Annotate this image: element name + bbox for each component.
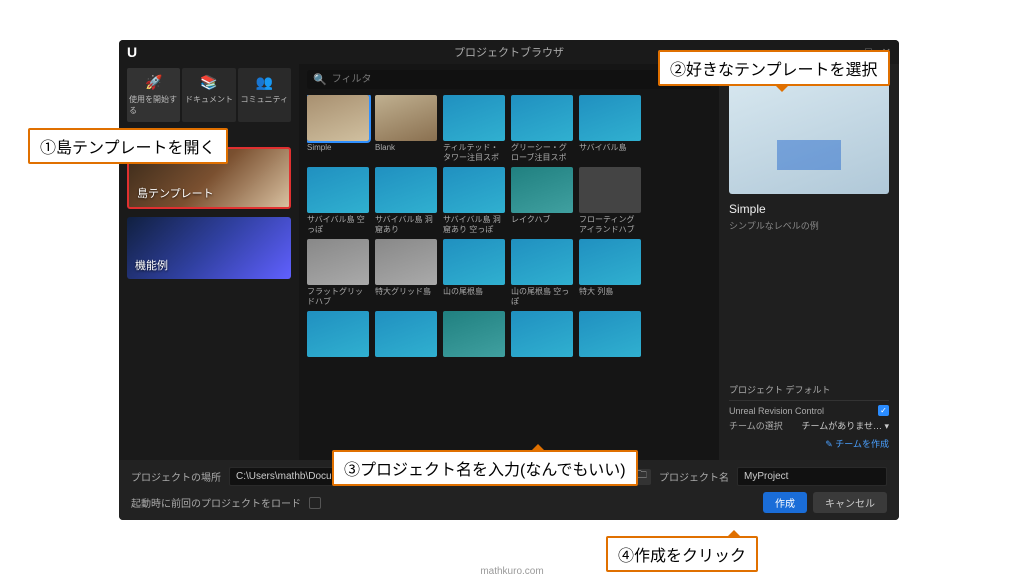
chevron-down-icon: ▾ <box>884 421 889 431</box>
preview-description: シンプルなレベルの例 <box>729 219 889 232</box>
annotation-4: ④作成をクリック <box>606 536 758 572</box>
tab-docs[interactable]: 📚 ドキュメント <box>182 68 235 122</box>
search-bar[interactable]: 🔍 <box>307 70 711 89</box>
template-card[interactable] <box>375 167 437 213</box>
search-icon: 🔍 <box>313 73 327 86</box>
template-preview-image <box>729 74 889 194</box>
tab-start[interactable]: 🚀 使用を開始する <box>127 68 180 122</box>
template-card[interactable] <box>443 239 505 285</box>
template-card[interactable] <box>443 311 505 357</box>
project-location-label: プロジェクトの場所 <box>131 469 221 484</box>
team-select-label: チームの選択 <box>729 419 801 432</box>
watermark: mathkuro.com <box>480 566 543 577</box>
ue-logo-icon: U <box>127 44 137 60</box>
project-browser-window: U プロジェクトブラウザ ─ □ ✕ 🚀 使用を開始する 📚 ドキュメント 👥 … <box>119 40 899 520</box>
create-button[interactable]: 作成 <box>763 492 807 513</box>
template-card[interactable] <box>511 311 573 357</box>
window-title: プロジェクトブラウザ <box>454 44 564 60</box>
cancel-button[interactable]: キャンセル <box>813 492 887 513</box>
template-card[interactable] <box>511 167 573 213</box>
load-last-project-checkbox[interactable] <box>309 497 321 509</box>
template-card[interactable] <box>579 95 641 141</box>
template-card[interactable] <box>375 311 437 357</box>
template-card[interactable] <box>579 311 641 357</box>
tab-community-label: コミュニティ <box>241 94 289 105</box>
template-card[interactable] <box>375 239 437 285</box>
category-feature-examples[interactable]: 機能例 <box>127 217 291 279</box>
category-label: 機能例 <box>135 257 168 273</box>
template-card[interactable] <box>307 311 369 357</box>
template-simple[interactable] <box>307 95 369 141</box>
project-defaults-header: プロジェクト デフォルト <box>729 379 889 401</box>
annotation-1: ①島テンプレートを開く <box>28 128 228 164</box>
tab-docs-label: ドキュメント <box>185 94 233 105</box>
template-card[interactable] <box>511 239 573 285</box>
load-last-project-label: 起動時に前回のプロジェクトをロード <box>131 495 301 510</box>
revision-control-label: Unreal Revision Control <box>729 406 878 416</box>
template-grid-panel: 🔍 Simple Blank ティルテッド・タワー注目スポット島 グリーシー・グ… <box>299 64 719 460</box>
book-icon: 📚 <box>200 74 217 91</box>
revision-control-checkbox[interactable]: ✓ <box>878 405 889 416</box>
project-name-label: プロジェクト名 <box>659 469 729 484</box>
template-card[interactable] <box>443 167 505 213</box>
template-card[interactable] <box>443 95 505 141</box>
annotation-3: ③プロジェクト名を入力(なんでもいい) <box>332 450 638 486</box>
tab-start-label: 使用を開始する <box>129 94 178 116</box>
tab-community[interactable]: 👥 コミュニティ <box>238 68 291 122</box>
template-card[interactable] <box>579 239 641 285</box>
rocket-icon: 🚀 <box>145 74 162 91</box>
annotation-2: ②好きなテンプレートを選択 <box>658 50 890 86</box>
team-select-dropdown[interactable]: チームがありませ… ▾ <box>801 419 889 432</box>
preview-title: Simple <box>729 202 889 216</box>
details-panel: Simple シンプルなレベルの例 プロジェクト デフォルト Unreal Re… <box>719 64 899 460</box>
project-name-input[interactable] <box>737 467 887 486</box>
create-team-link[interactable]: ✎ チームを作成 <box>729 437 889 450</box>
template-card[interactable] <box>307 239 369 285</box>
category-label: 島テンプレート <box>137 185 214 201</box>
template-card[interactable] <box>511 95 573 141</box>
people-icon: 👥 <box>256 74 273 91</box>
sidebar: 🚀 使用を開始する 📚 ドキュメント 👥 コミュニティ 👤 Ma 島テンプレート… <box>119 64 299 460</box>
search-input[interactable] <box>332 74 705 85</box>
template-card[interactable] <box>579 167 641 213</box>
template-blank[interactable] <box>375 95 437 141</box>
template-card[interactable] <box>307 167 369 213</box>
